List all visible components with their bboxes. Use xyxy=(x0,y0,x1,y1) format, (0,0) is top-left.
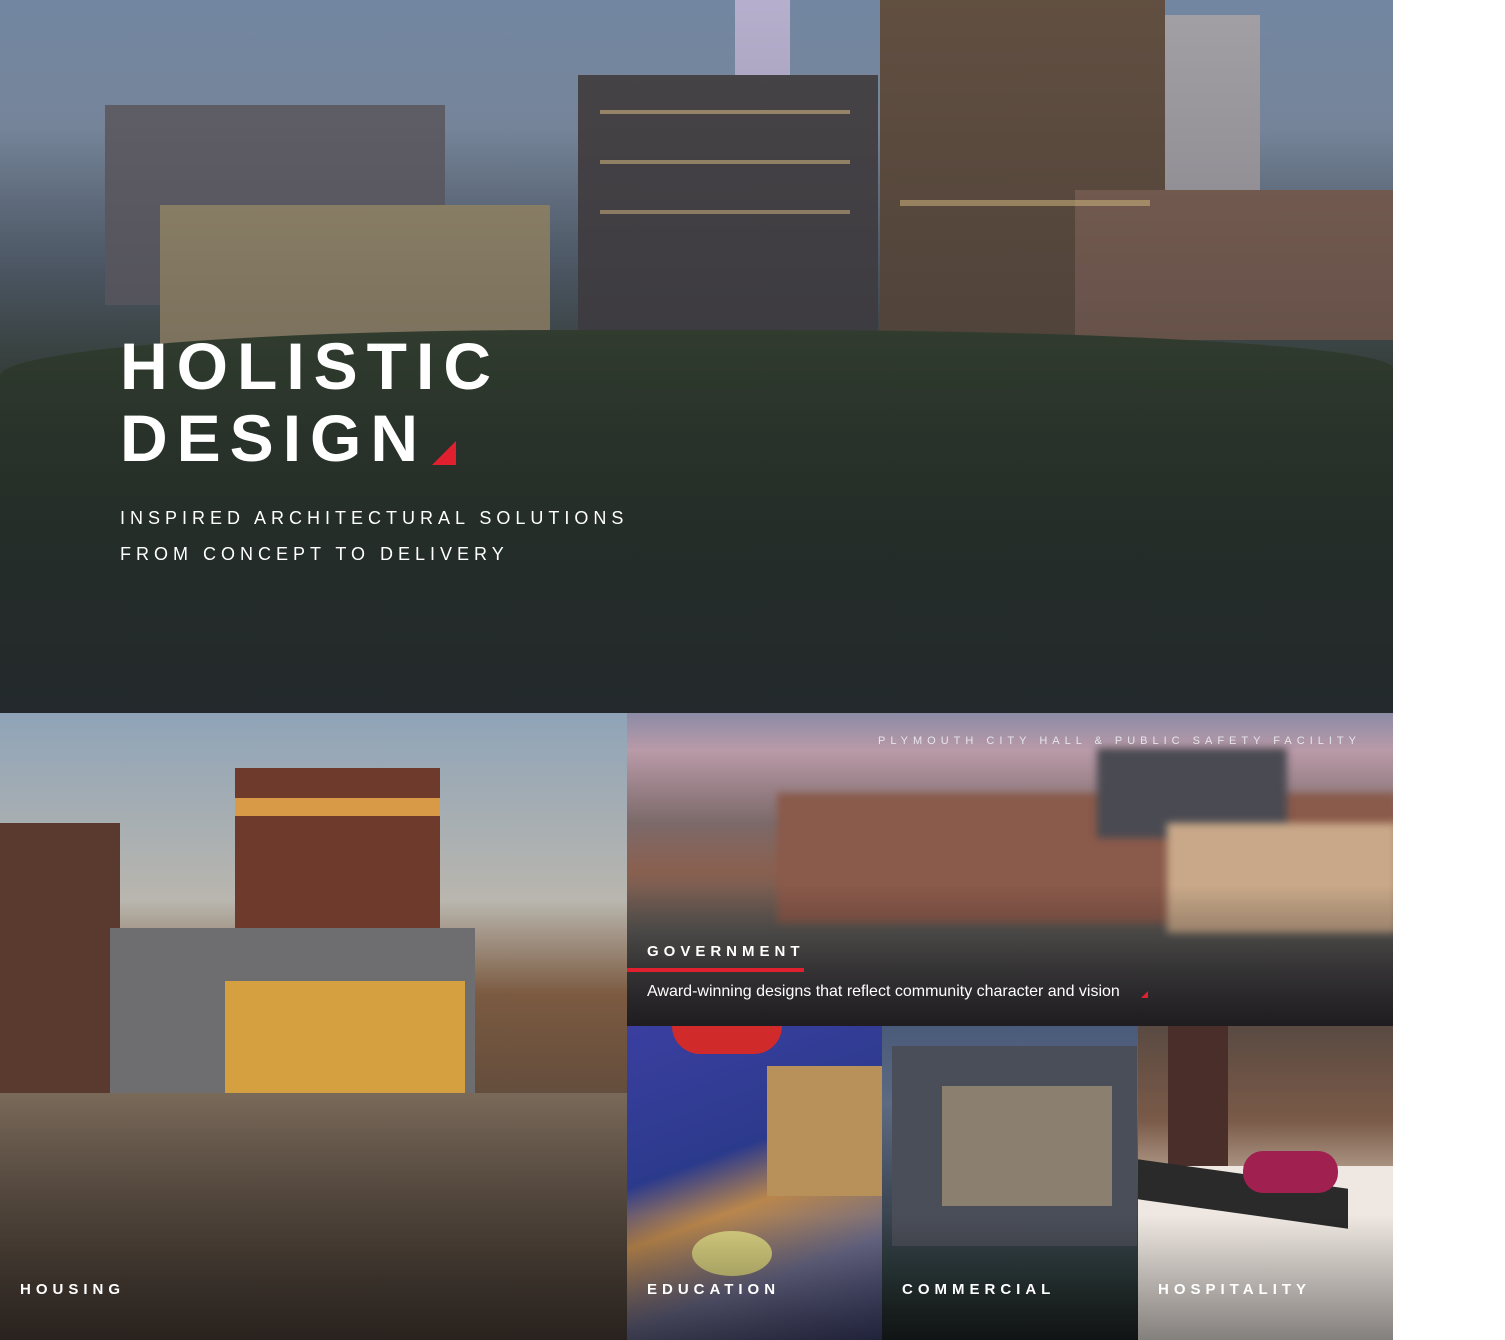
government-description: Award-winning designs that reflect commu… xyxy=(647,983,1120,1000)
housing-label: HOUSING xyxy=(20,1281,126,1298)
housing-tile[interactable]: HOUSING xyxy=(0,713,627,1340)
government-label: GOVERNMENT xyxy=(647,943,805,960)
red-corner-mark-icon xyxy=(1141,991,1148,998)
hospitality-label: HOSPITALITY xyxy=(1158,1281,1312,1298)
commercial-tile[interactable]: COMMERCIAL xyxy=(882,1026,1138,1340)
commercial-label: COMMERCIAL xyxy=(902,1281,1056,1298)
active-underline xyxy=(627,968,804,972)
hero-subtitle-line-2: FROM CONCEPT TO DELIVERY xyxy=(120,544,509,564)
red-corner-mark-icon xyxy=(432,441,456,465)
project-caption: PLYMOUTH CITY HALL & PUBLIC SAFETY FACIL… xyxy=(878,735,1361,747)
hero-title-line-1: HOLISTIC xyxy=(120,329,500,403)
hero-banner: HOLISTIC DESIGN INSPIRED ARCHITECTURAL S… xyxy=(0,0,1393,713)
hero-subtitle-line-1: INSPIRED ARCHITECTURAL SOLUTIONS xyxy=(120,508,629,528)
education-tile[interactable]: EDUCATION xyxy=(627,1026,882,1340)
education-label: EDUCATION xyxy=(647,1281,781,1298)
hospitality-tile[interactable]: HOSPITALITY xyxy=(1138,1026,1393,1340)
government-tile[interactable]: PLYMOUTH CITY HALL & PUBLIC SAFETY FACIL… xyxy=(627,713,1393,1026)
